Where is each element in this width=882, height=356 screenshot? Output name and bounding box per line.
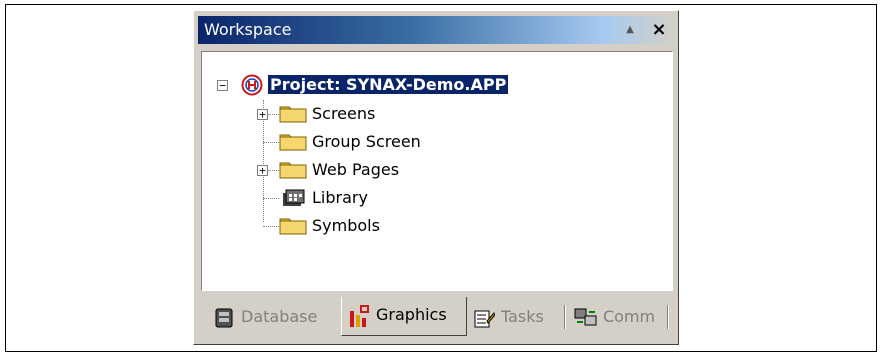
tree-item-label: Web Pages <box>312 160 400 179</box>
folder-icon <box>279 218 307 235</box>
tree-item-label: Symbols <box>312 216 380 235</box>
folder-icon <box>279 162 307 179</box>
graphics-icon <box>350 305 369 327</box>
expand-button[interactable]: + <box>257 109 268 120</box>
tree-item-label: Library <box>312 188 368 207</box>
expand-button[interactable]: + <box>257 165 268 176</box>
tab-label: Graphics <box>376 305 447 324</box>
tree-connector <box>263 142 279 143</box>
comm-icon <box>574 308 597 326</box>
close-button[interactable]: × <box>649 20 669 40</box>
tab-separator <box>667 305 669 329</box>
tree-item-label: Screens <box>312 104 376 123</box>
collapse-button[interactable]: − <box>217 80 228 91</box>
workspace-panel: Workspace ▲ × − Project: SYNAX-Demo.APP … <box>193 10 679 345</box>
workspace-title: Workspace <box>204 20 292 39</box>
folder-icon <box>279 134 307 151</box>
tree-root-label: Project: SYNAX-Demo.APP <box>266 74 510 95</box>
tree-connector <box>263 226 279 227</box>
tree-connector <box>263 198 279 199</box>
project-tree[interactable]: − Project: SYNAX-Demo.APP + Screens Grou… <box>201 51 673 291</box>
tab-database[interactable]: Database <box>207 299 341 335</box>
tab-separator <box>564 305 566 329</box>
tab-label: Comm <box>603 307 656 326</box>
tab-tasks[interactable]: Tasks <box>467 299 563 335</box>
database-icon <box>215 308 233 328</box>
tasks-icon <box>474 310 495 328</box>
tab-graphics[interactable]: Graphics <box>341 297 467 336</box>
library-icon <box>283 189 305 206</box>
autohide-button[interactable]: ▲ <box>620 20 640 40</box>
project-icon <box>241 74 263 96</box>
tree-item-label: Group Screen <box>312 132 421 151</box>
folder-icon <box>279 106 307 123</box>
workspace-tabs: Database Graphics Tasks Comm <box>201 297 673 337</box>
tab-label: Tasks <box>501 307 544 326</box>
workspace-titlebar[interactable]: Workspace ▲ × <box>198 16 675 44</box>
tab-label: Database <box>241 307 318 326</box>
tab-comm[interactable]: Comm <box>569 299 665 335</box>
